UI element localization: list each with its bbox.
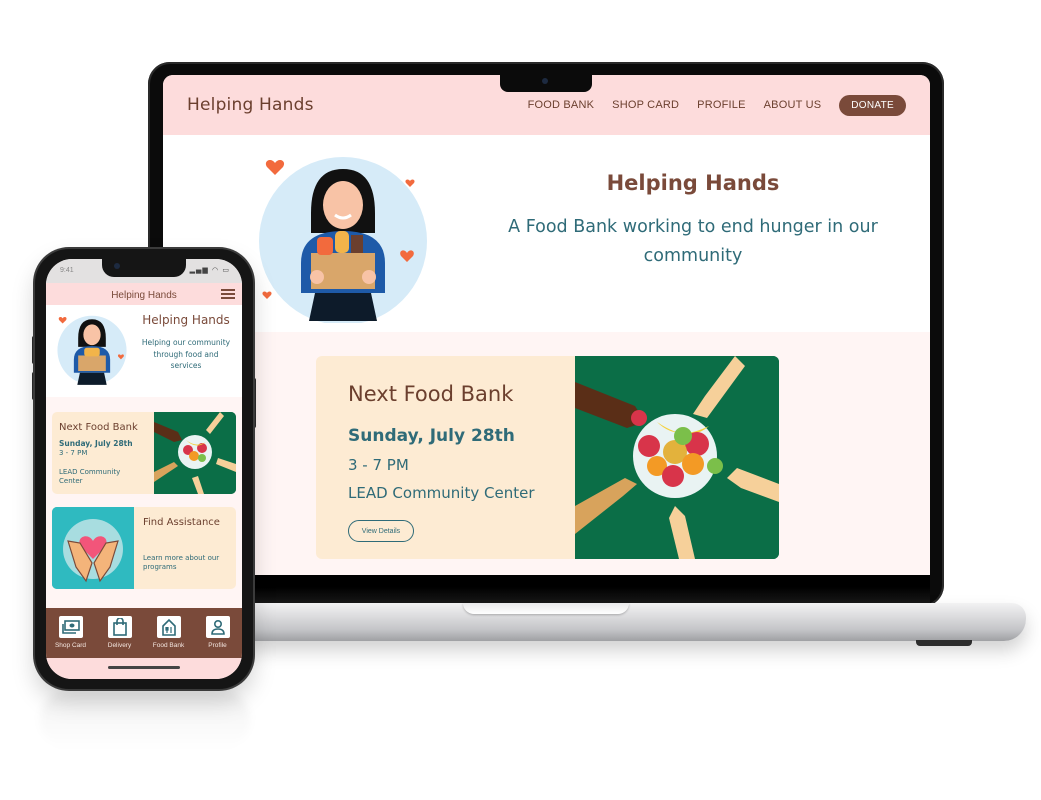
heart-icon <box>405 179 415 187</box>
heart-icon <box>265 160 285 175</box>
tab-label: Food Bank <box>152 642 185 649</box>
next-food-bank-card: Next Food Bank Sunday, July 28th 3 - 7 P… <box>316 356 779 559</box>
person-icon <box>205 616 230 638</box>
shopping-bag-icon <box>107 616 132 638</box>
event-title: Next Food Bank <box>348 382 514 406</box>
shared-fruit-illustration <box>154 412 236 494</box>
hero-title: Helping Hands <box>606 171 780 195</box>
volunteer-illustration <box>57 315 127 385</box>
app-hero-title: Helping Hands <box>142 313 230 327</box>
events-section: Next Food Bank Sunday, July 28th 3 - 7 P… <box>163 332 930 575</box>
event-location: LEAD Community Center <box>59 468 121 485</box>
battery-icon: ▭ <box>222 266 230 274</box>
house-utensils-icon <box>156 616 181 638</box>
view-details-button[interactable]: View Details <box>348 520 414 542</box>
assistance-title: Find Assistance <box>143 517 220 528</box>
status-icons: ▂▄▆ ◠ ▭ <box>190 266 230 274</box>
hero-section: Helping Hands A Food Bank working to end… <box>163 135 930 332</box>
phone-reflection <box>40 690 250 750</box>
next-food-bank-card[interactable]: Next Food Bank Sunday, July 28th 3 - 7 P… <box>52 412 236 494</box>
event-title: Next Food Bank <box>59 422 138 433</box>
signal-icon: ▂▄▆ <box>189 266 209 274</box>
assistance-subtitle[interactable]: Learn more about our programs <box>143 554 229 572</box>
find-assistance-card[interactable]: Find Assistance Learn more about our pro… <box>52 507 236 589</box>
laptop-opening-notch <box>463 603 629 614</box>
tab-delivery[interactable]: Delivery <box>98 616 142 658</box>
laptop-foot <box>916 640 972 646</box>
event-location: LEAD Community Center <box>348 484 535 502</box>
camera-icon <box>114 263 120 269</box>
hero-subtitle: A Food Bank working to end hunger in our… <box>508 217 878 266</box>
nav-food-bank[interactable]: FOOD BANK <box>528 99 595 111</box>
site-nav: FOOD BANK SHOP CARD PROFILE ABOUT US DON… <box>528 94 906 116</box>
heart-icon <box>262 291 272 299</box>
tab-label: Delivery <box>107 642 132 649</box>
hands-heart-illustration <box>52 507 134 589</box>
tab-label: Profile <box>208 642 227 649</box>
nav-about-us[interactable]: ABOUT US <box>764 99 822 111</box>
tab-label: Shop Card <box>54 642 87 649</box>
hamburger-menu-icon[interactable] <box>221 289 235 299</box>
event-date: Sunday, July 28th <box>59 439 133 448</box>
camera-icon <box>542 78 548 84</box>
app-hero: Helping Hands Helping our community thro… <box>46 305 242 397</box>
app-title: Helping Hands <box>111 290 177 301</box>
nav-profile[interactable]: PROFILE <box>697 99 745 111</box>
app-header: Helping Hands <box>46 283 242 305</box>
home-indicator[interactable] <box>108 666 180 669</box>
event-time: 3 - 7 PM <box>59 449 88 457</box>
nav-shop-card[interactable]: SHOP CARD <box>612 99 679 111</box>
tab-food-bank[interactable]: Food Bank <box>147 616 191 658</box>
volunteer-illustration <box>259 157 427 323</box>
donate-button[interactable]: DONATE <box>839 94 906 116</box>
wifi-icon: ◠ <box>212 266 220 274</box>
status-time: 9:41 <box>60 267 74 274</box>
shared-fruit-illustration <box>575 356 779 559</box>
app-hero-subtitle: Helping our community through food and s… <box>141 338 231 370</box>
bottom-tab-bar: Shop Card Delivery Food Bank Profile <box>46 608 242 658</box>
site-brand[interactable]: Helping Hands <box>187 95 314 115</box>
laptop-screen: Helping Hands FOOD BANK SHOP CARD PROFIL… <box>163 75 930 575</box>
event-time: 3 - 7 PM <box>348 456 409 474</box>
tab-shop-card[interactable]: Shop Card <box>49 616 93 658</box>
tab-profile[interactable]: Profile <box>196 616 240 658</box>
event-date: Sunday, July 28th <box>348 426 515 446</box>
laptop-bezel <box>163 575 930 605</box>
phone-screen: 9:41 ▂▄▆ ◠ ▭ Helping Hands Helping Hands… <box>46 259 242 679</box>
money-icon <box>58 616 83 638</box>
home-indicator-area <box>46 658 242 679</box>
